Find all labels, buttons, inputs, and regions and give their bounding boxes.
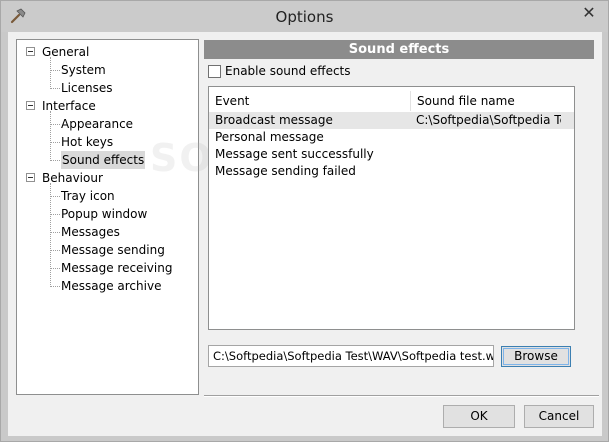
tree-connector	[50, 160, 60, 161]
tree-node-label[interactable]: Behaviour	[42, 169, 103, 187]
list-rows: Broadcast message C:\Softpedia\Softpedia …	[209, 112, 574, 180]
tree-item-appearance[interactable]: Appearance	[17, 115, 198, 133]
list-item[interactable]: Personal message	[209, 129, 574, 146]
tree-connector	[50, 57, 51, 89]
tree-connector	[50, 232, 60, 233]
tree-item-label[interactable]: Appearance	[61, 115, 133, 133]
tree-item-message-sending[interactable]: Message sending	[17, 241, 198, 259]
dialog-body: General System Licenses Interface Appearance…	[8, 32, 602, 436]
collapse-icon[interactable]	[26, 47, 35, 56]
tree-connector	[50, 70, 60, 71]
tree-item-label[interactable]: Message sending	[61, 241, 165, 259]
event-name: Personal message	[215, 130, 324, 144]
tree-connector	[50, 250, 60, 251]
section-header: Sound effects	[204, 40, 594, 59]
tree-item-label[interactable]: Licenses	[61, 79, 113, 97]
tree-connector	[50, 214, 60, 215]
tree-item-label[interactable]: Tray icon	[61, 187, 115, 205]
collapse-icon[interactable]	[26, 173, 35, 182]
tree-connector	[50, 183, 51, 287]
tree-item-system[interactable]: System	[17, 61, 198, 79]
list-item[interactable]: Broadcast message C:\Softpedia\Softpedia …	[209, 112, 574, 129]
tree-item-label[interactable]: Hot keys	[61, 133, 113, 151]
tree-item-tray-icon[interactable]: Tray icon	[17, 187, 198, 205]
sound-file-name: C:\Softpedia\Softpedia Tes...	[416, 113, 561, 127]
enable-sound-effects-row[interactable]: Enable sound effects	[208, 63, 351, 79]
list-header: Event Sound file name	[209, 91, 574, 111]
sound-file-path-input[interactable]: C:\Softpedia\Softpedia Test\WAV\Softpedi…	[208, 345, 494, 367]
column-header-sound-file[interactable]: Sound file name	[411, 91, 561, 111]
tree-item-messages[interactable]: Messages	[17, 223, 198, 241]
tree-connector	[50, 196, 60, 197]
options-window: Options ✕ General System Licenses Interface…	[0, 0, 609, 442]
event-name: Message sent successfully	[215, 147, 374, 161]
tree-item-label[interactable]: Message receiving	[61, 259, 172, 277]
tree-connector	[50, 88, 60, 89]
tree-item-label[interactable]: Sound effects	[61, 151, 146, 169]
tree-node-interface[interactable]: Interface	[17, 97, 198, 115]
tree-item-licenses[interactable]: Licenses	[17, 79, 198, 97]
tree-item-label[interactable]: System	[61, 61, 106, 79]
tree-item-message-receiving[interactable]: Message receiving	[17, 259, 198, 277]
browse-button[interactable]: Browse	[501, 346, 571, 367]
tree-item-popup-window[interactable]: Popup window	[17, 205, 198, 223]
column-header-event[interactable]: Event	[209, 91, 411, 111]
tree-node-general[interactable]: General	[17, 43, 198, 61]
tree-item-message-archive[interactable]: Message archive	[17, 277, 198, 295]
tree-connector	[50, 286, 60, 287]
list-item[interactable]: Message sending failed	[209, 163, 574, 180]
list-item[interactable]: Message sent successfully	[209, 146, 574, 163]
tree-item-label[interactable]: Messages	[61, 223, 120, 241]
event-name: Message sending failed	[215, 164, 356, 178]
divider	[204, 395, 599, 397]
ok-button[interactable]: OK	[443, 405, 515, 428]
options-tree[interactable]: General System Licenses Interface Appearance…	[16, 39, 199, 395]
title-bar[interactable]: Options ✕	[1, 1, 608, 32]
collapse-icon[interactable]	[26, 101, 35, 110]
cancel-button[interactable]: Cancel	[524, 405, 594, 428]
close-icon[interactable]: ✕	[576, 2, 602, 22]
sound-events-list[interactable]: Event Sound file name Broadcast message C…	[208, 86, 575, 330]
tree-item-label[interactable]: Message archive	[61, 277, 161, 295]
tree-connector	[50, 268, 60, 269]
tree-connector	[50, 124, 60, 125]
window-title: Options	[275, 8, 334, 26]
enable-sound-effects-checkbox[interactable]	[208, 64, 221, 78]
tree-connector	[50, 142, 60, 143]
tree-connector	[50, 111, 51, 161]
event-name: Broadcast message	[215, 113, 333, 127]
tree-item-label[interactable]: Popup window	[61, 205, 147, 223]
enable-sound-effects-label[interactable]: Enable sound effects	[225, 64, 351, 78]
